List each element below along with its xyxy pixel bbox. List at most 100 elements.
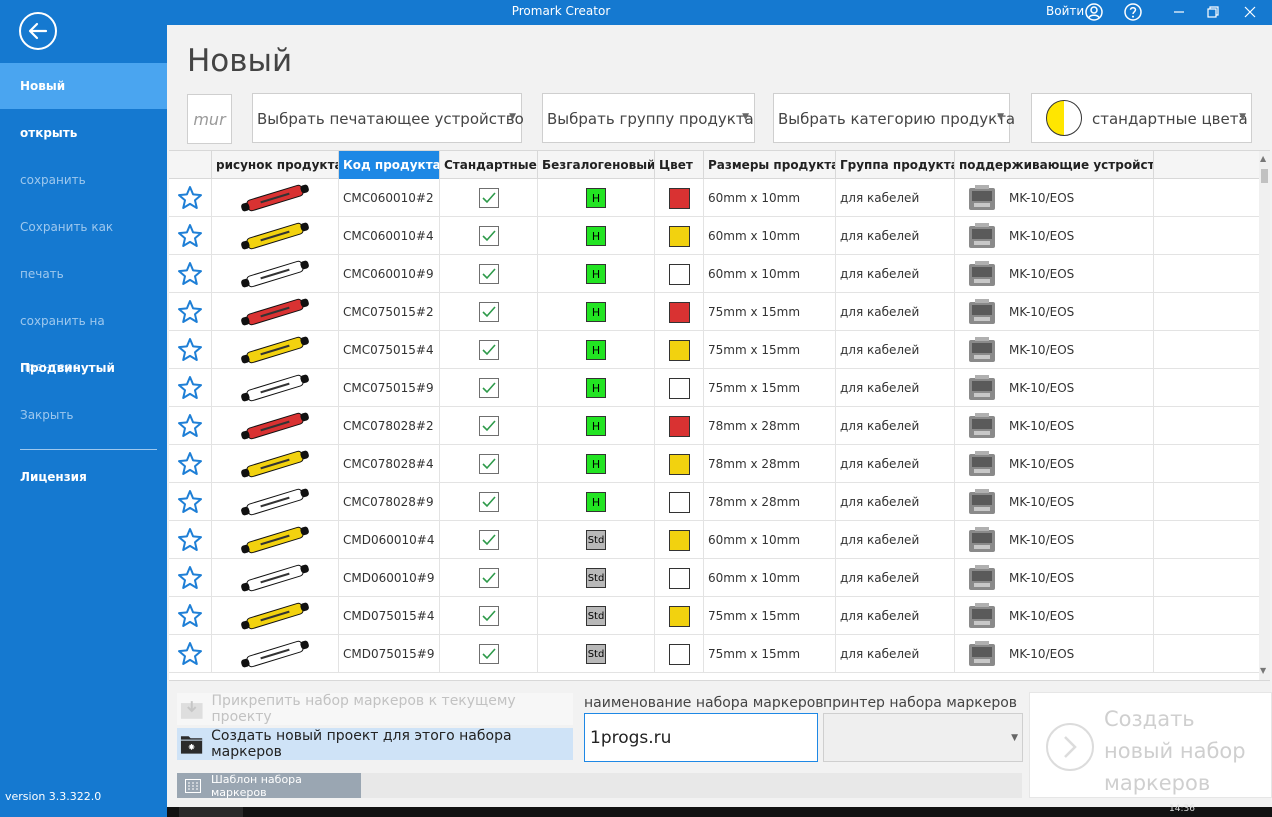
table-row[interactable]: CMC060010#9 H 60mm x 10mm для кабелей MK-10/… [169,255,1259,293]
scrollbar-thumb[interactable] [1261,169,1268,183]
sidebar-item-save-to-printer[interactable]: сохранить на прентере [0,298,167,374]
devices-cell: MK-10/EOS [955,445,1154,483]
column-header-standard[interactable]: Стандартные [440,151,538,179]
table-row[interactable]: CMD060010#9 Std 60mm x 10mm для кабелей MK-1… [169,559,1259,597]
star-favorite-icon[interactable] [177,413,203,439]
column-header-size[interactable]: Размеры продукта [704,151,836,179]
product-code-cell: CMC078028#9 [339,483,440,521]
star-favorite-icon[interactable] [177,261,203,287]
column-header-devices[interactable]: поддерживающие устройства [955,151,1154,179]
sidebar-item-print[interactable]: печать [0,251,167,297]
standard-checkbox[interactable] [478,492,499,512]
column-header-favorite[interactable] [169,151,212,179]
favorite-cell[interactable] [169,521,212,559]
favorite-cell[interactable] [169,559,212,597]
table-row[interactable]: CMD075015#4 Std 75mm x 15mm для кабелей MK-1… [169,597,1259,635]
star-favorite-icon[interactable] [177,489,203,515]
colors-dropdown[interactable]: стандартные цвета ▼ [1031,93,1252,143]
login-link[interactable]: Войти [1046,4,1084,18]
favorite-cell[interactable] [169,369,212,407]
standard-checkbox[interactable] [478,378,499,398]
column-header-code[interactable]: Код продукта ▲ [339,151,440,179]
sidebar-item-new[interactable]: Новый [0,63,167,109]
standard-checkbox[interactable] [478,340,499,360]
sidebar-item-save[interactable]: сохранить [0,157,167,203]
table-row[interactable]: CMD060010#4 Std 60mm x 10mm для кабелей MK-1… [169,521,1259,559]
scroll-up-icon[interactable]: ▲ [1260,154,1266,163]
standard-checkbox[interactable] [478,264,499,284]
favorite-cell[interactable] [169,597,212,635]
create-new-project-button[interactable]: Создать новый проект для этого набора ма… [177,728,573,760]
table-row[interactable]: CMC060010#2 H 60mm x 10mm для кабелей MK-10/… [169,179,1259,217]
taskbar-app-tile[interactable] [179,807,243,817]
favorite-cell[interactable] [169,445,212,483]
sidebar-item-save-as[interactable]: Сохранить как [0,204,167,250]
table-row[interactable]: CMC078028#9 H 78mm x 28mm для кабелей MK-10/… [169,483,1259,521]
table-row[interactable]: CMC075015#2 H 75mm x 15mm для кабелей MK-10/… [169,293,1259,331]
star-favorite-icon[interactable] [177,185,203,211]
table-row[interactable]: CMC075015#9 H 75mm x 15mm для кабелей MK-10/… [169,369,1259,407]
star-favorite-icon[interactable] [177,527,203,553]
device-dropdown[interactable]: Выбрать печатающее устройство ▼ [252,93,524,143]
standard-checkbox[interactable] [478,188,499,208]
marker-set-name-input[interactable] [584,713,818,762]
sidebar-item-open[interactable]: открыть [0,110,167,156]
sidebar-item-close[interactable]: Закрыть [0,392,167,438]
sidebar-item-advanced[interactable]: Продвинутый [0,345,167,391]
attach-to-project-button[interactable]: Прикрепить набор маркеров к текущему про… [177,693,573,725]
table-row[interactable]: CMD075015#9 Std 75mm x 15mm для кабелей MK-1… [169,635,1259,673]
minimize-icon[interactable] [1169,2,1189,22]
standard-checkbox[interactable] [478,302,499,322]
favorite-cell[interactable] [169,179,212,217]
column-header-halogen-free[interactable]: Безгалогеновый [538,151,655,179]
favorite-cell[interactable] [169,483,212,521]
standard-checkbox[interactable] [478,416,499,436]
star-favorite-icon[interactable] [177,451,203,477]
standard-checkbox[interactable] [478,226,499,246]
favorite-cell[interactable] [169,255,212,293]
printer-device-icon [969,413,995,438]
star-favorite-icon[interactable] [177,223,203,249]
table-scrollbar[interactable]: ▲ ▼ [1259,151,1270,680]
maximize-icon[interactable] [1203,2,1223,22]
favorite-cell[interactable] [169,331,212,369]
favorite-cell[interactable] [169,635,212,673]
favorite-cell[interactable] [169,407,212,445]
group-cell: для кабелей [836,597,955,635]
standard-cell [440,635,538,673]
column-header-color[interactable]: Цвет [655,151,704,179]
marker-set-template-button[interactable]: Шаблон набора маркеров [177,773,361,799]
favorite-cell[interactable] [169,217,212,255]
standard-checkbox[interactable] [478,568,499,588]
star-favorite-icon[interactable] [177,565,203,591]
star-favorite-icon[interactable] [177,299,203,325]
standard-checkbox[interactable] [478,454,499,474]
column-header-group[interactable]: Группа продукта [836,151,955,179]
cable-marker-image [245,563,305,593]
sidebar-item-license[interactable]: Лицензия [0,454,167,500]
color-cell [655,255,704,293]
table-row[interactable]: CMC078028#4 H 78mm x 28mm для кабелей MK-10/… [169,445,1259,483]
table-row[interactable]: CMC078028#2 H 78mm x 28mm для кабелей MK-10/… [169,407,1259,445]
standard-checkbox[interactable] [478,644,499,664]
star-favorite-icon[interactable] [177,603,203,629]
standard-checkbox[interactable] [478,606,499,626]
product-group-dropdown[interactable]: Выбрать группу продукта ▼ [542,93,755,143]
column-header-empty [1154,151,1259,179]
star-favorite-icon[interactable] [177,375,203,401]
table-row[interactable]: CMC060010#4 H 60mm x 10mm для кабелей MK-10/… [169,217,1259,255]
close-icon[interactable] [1240,2,1260,22]
table-row[interactable]: CMC075015#4 H 75mm x 15mm для кабелей MK-10/… [169,331,1259,369]
user-icon[interactable] [1084,2,1104,22]
favorite-cell[interactable] [169,293,212,331]
help-icon[interactable] [1123,2,1143,22]
scroll-down-icon[interactable]: ▼ [1260,666,1266,675]
product-category-dropdown[interactable]: Выбрать категорию продукта ▼ [773,93,1015,143]
star-favorite-icon[interactable] [177,641,203,667]
column-header-image[interactable]: рисунок продукта [212,151,339,179]
star-favorite-icon[interactable] [177,337,203,363]
standard-checkbox[interactable] [478,530,499,550]
marker-set-printer-select[interactable]: ▼ [823,713,1023,762]
create-marker-set-button[interactable]: Создать новый набор маркеров [1029,692,1272,798]
color-swatch [668,377,690,399]
